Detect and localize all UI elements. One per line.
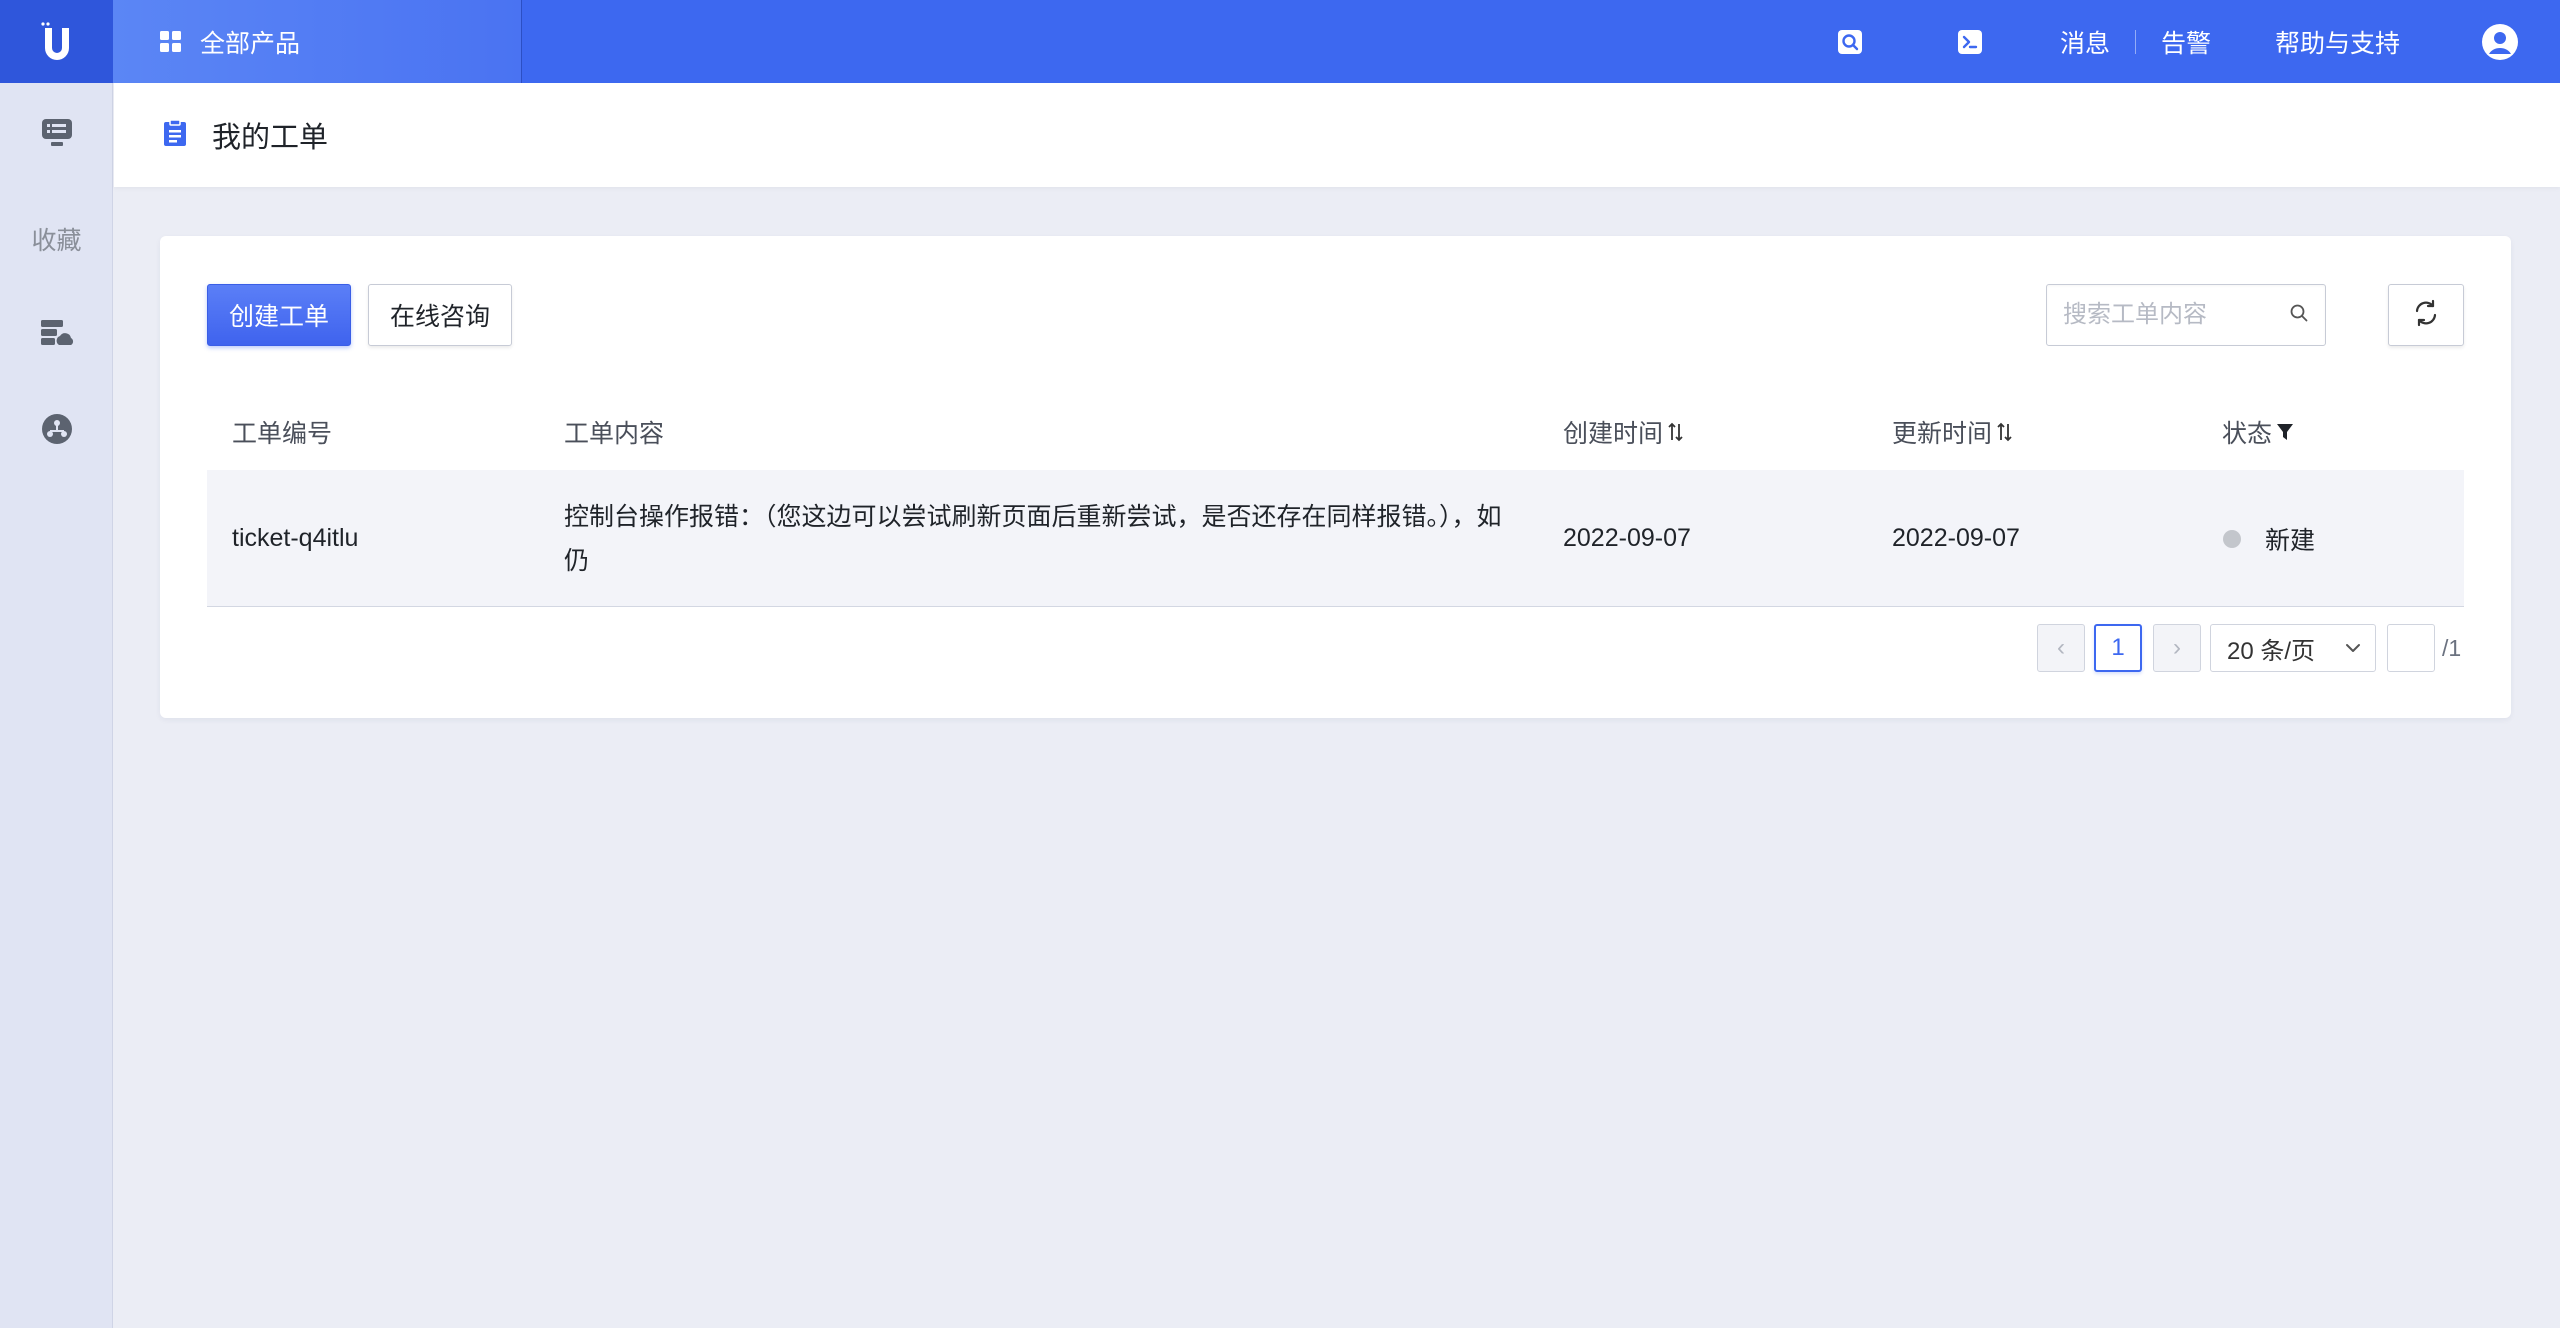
prev-page-button[interactable]: ‹ bbox=[2037, 624, 2085, 672]
sidebar-item-cloud-server[interactable] bbox=[0, 305, 113, 365]
sidebar-item-favorites[interactable]: 收藏 bbox=[0, 209, 113, 269]
page-jump-input[interactable] bbox=[2387, 624, 2435, 672]
status-cell: 新建 bbox=[2223, 470, 2315, 607]
refresh-icon bbox=[2412, 299, 2440, 332]
search-icon[interactable] bbox=[1830, 22, 1870, 62]
table-row[interactable]: ticket-q4itlu 控制台操作报错：（您这边可以尝试刷新页面后重新尝试，… bbox=[207, 470, 2464, 607]
logo-icon bbox=[40, 21, 69, 60]
chevron-down-icon bbox=[2345, 643, 2361, 653]
column-label: 状态 bbox=[2222, 420, 2273, 448]
ticket-content-cell: 控制台操作报错：（您这边可以尝试刷新页面后重新尝试，是否还存在同样报错。），如仍 bbox=[564, 470, 1524, 607]
status-badge: 新建 bbox=[2265, 526, 2316, 555]
tickets-card: 创建工单 在线咨询 工单编号 工单内容 创建时间 bbox=[160, 236, 2511, 718]
column-label: 工单编号 bbox=[232, 420, 333, 448]
page-title: 我的工单 bbox=[212, 122, 329, 154]
column-label: 更新时间 bbox=[1892, 420, 1993, 448]
ticket-id-cell[interactable]: ticket-q4itlu bbox=[232, 470, 358, 607]
top-navbar: 全部产品 消息 告警 帮助与支持 bbox=[0, 0, 2560, 83]
online-consult-button[interactable]: 在线咨询 bbox=[368, 284, 512, 346]
refresh-button[interactable] bbox=[2388, 284, 2464, 346]
sort-icon[interactable] bbox=[1667, 421, 1685, 443]
monitor-list-icon bbox=[41, 118, 73, 153]
alerts-link[interactable]: 告警 bbox=[2161, 24, 2211, 60]
server-cloud-icon bbox=[40, 318, 74, 353]
ticket-content-text: 控制台操作报错：（您这边可以尝试刷新页面后重新尝试，是否还存在同样报错。），如仍 bbox=[564, 502, 1502, 575]
all-products-menu[interactable]: 全部产品 bbox=[113, 0, 522, 83]
network-icon bbox=[41, 413, 73, 450]
grid-icon bbox=[160, 30, 182, 53]
topbar-actions: 消息 告警 帮助与支持 bbox=[1830, 0, 2560, 83]
status-dot-icon bbox=[2223, 529, 2241, 548]
sidebar-favorites-label: 收藏 bbox=[31, 227, 82, 255]
sort-icon[interactable] bbox=[1996, 421, 2014, 443]
pagination: ‹ 1 › 20 条/页 /1 bbox=[160, 624, 2511, 672]
next-page-button[interactable]: › bbox=[2153, 624, 2201, 672]
total-pages-label: /1 bbox=[2442, 634, 2462, 661]
page-size-select[interactable]: 20 条/页 bbox=[2210, 624, 2376, 672]
ticket-search bbox=[2046, 284, 2326, 346]
sidebar-item-network[interactable] bbox=[0, 401, 113, 461]
created-time-cell: 2022-09-07 bbox=[1563, 524, 1691, 552]
user-avatar-icon[interactable] bbox=[2480, 22, 2520, 62]
page-size-label: 20 条/页 bbox=[2227, 637, 2316, 665]
help-support-link[interactable]: 帮助与支持 bbox=[2275, 24, 2400, 60]
filter-icon[interactable] bbox=[2276, 422, 2294, 442]
search-input[interactable] bbox=[2063, 301, 2289, 329]
updated-time-cell: 2022-09-07 bbox=[1892, 524, 2020, 552]
clipboard-icon bbox=[162, 118, 188, 152]
left-sidebar: 收藏 bbox=[0, 83, 113, 1328]
brand-logo[interactable] bbox=[0, 0, 113, 83]
divider bbox=[2134, 29, 2136, 54]
create-ticket-button[interactable]: 创建工单 bbox=[207, 284, 351, 346]
terminal-icon[interactable] bbox=[1950, 22, 1990, 62]
page-number-current[interactable]: 1 bbox=[2094, 624, 2142, 672]
messages-link[interactable]: 消息 bbox=[2060, 24, 2110, 60]
column-label: 创建时间 bbox=[1563, 420, 1664, 448]
sidebar-item-console[interactable] bbox=[0, 105, 113, 165]
search-icon[interactable] bbox=[2289, 303, 2309, 328]
column-label: 工单内容 bbox=[564, 420, 665, 448]
all-products-label: 全部产品 bbox=[200, 29, 301, 58]
page-header: 我的工单 bbox=[114, 83, 2560, 187]
